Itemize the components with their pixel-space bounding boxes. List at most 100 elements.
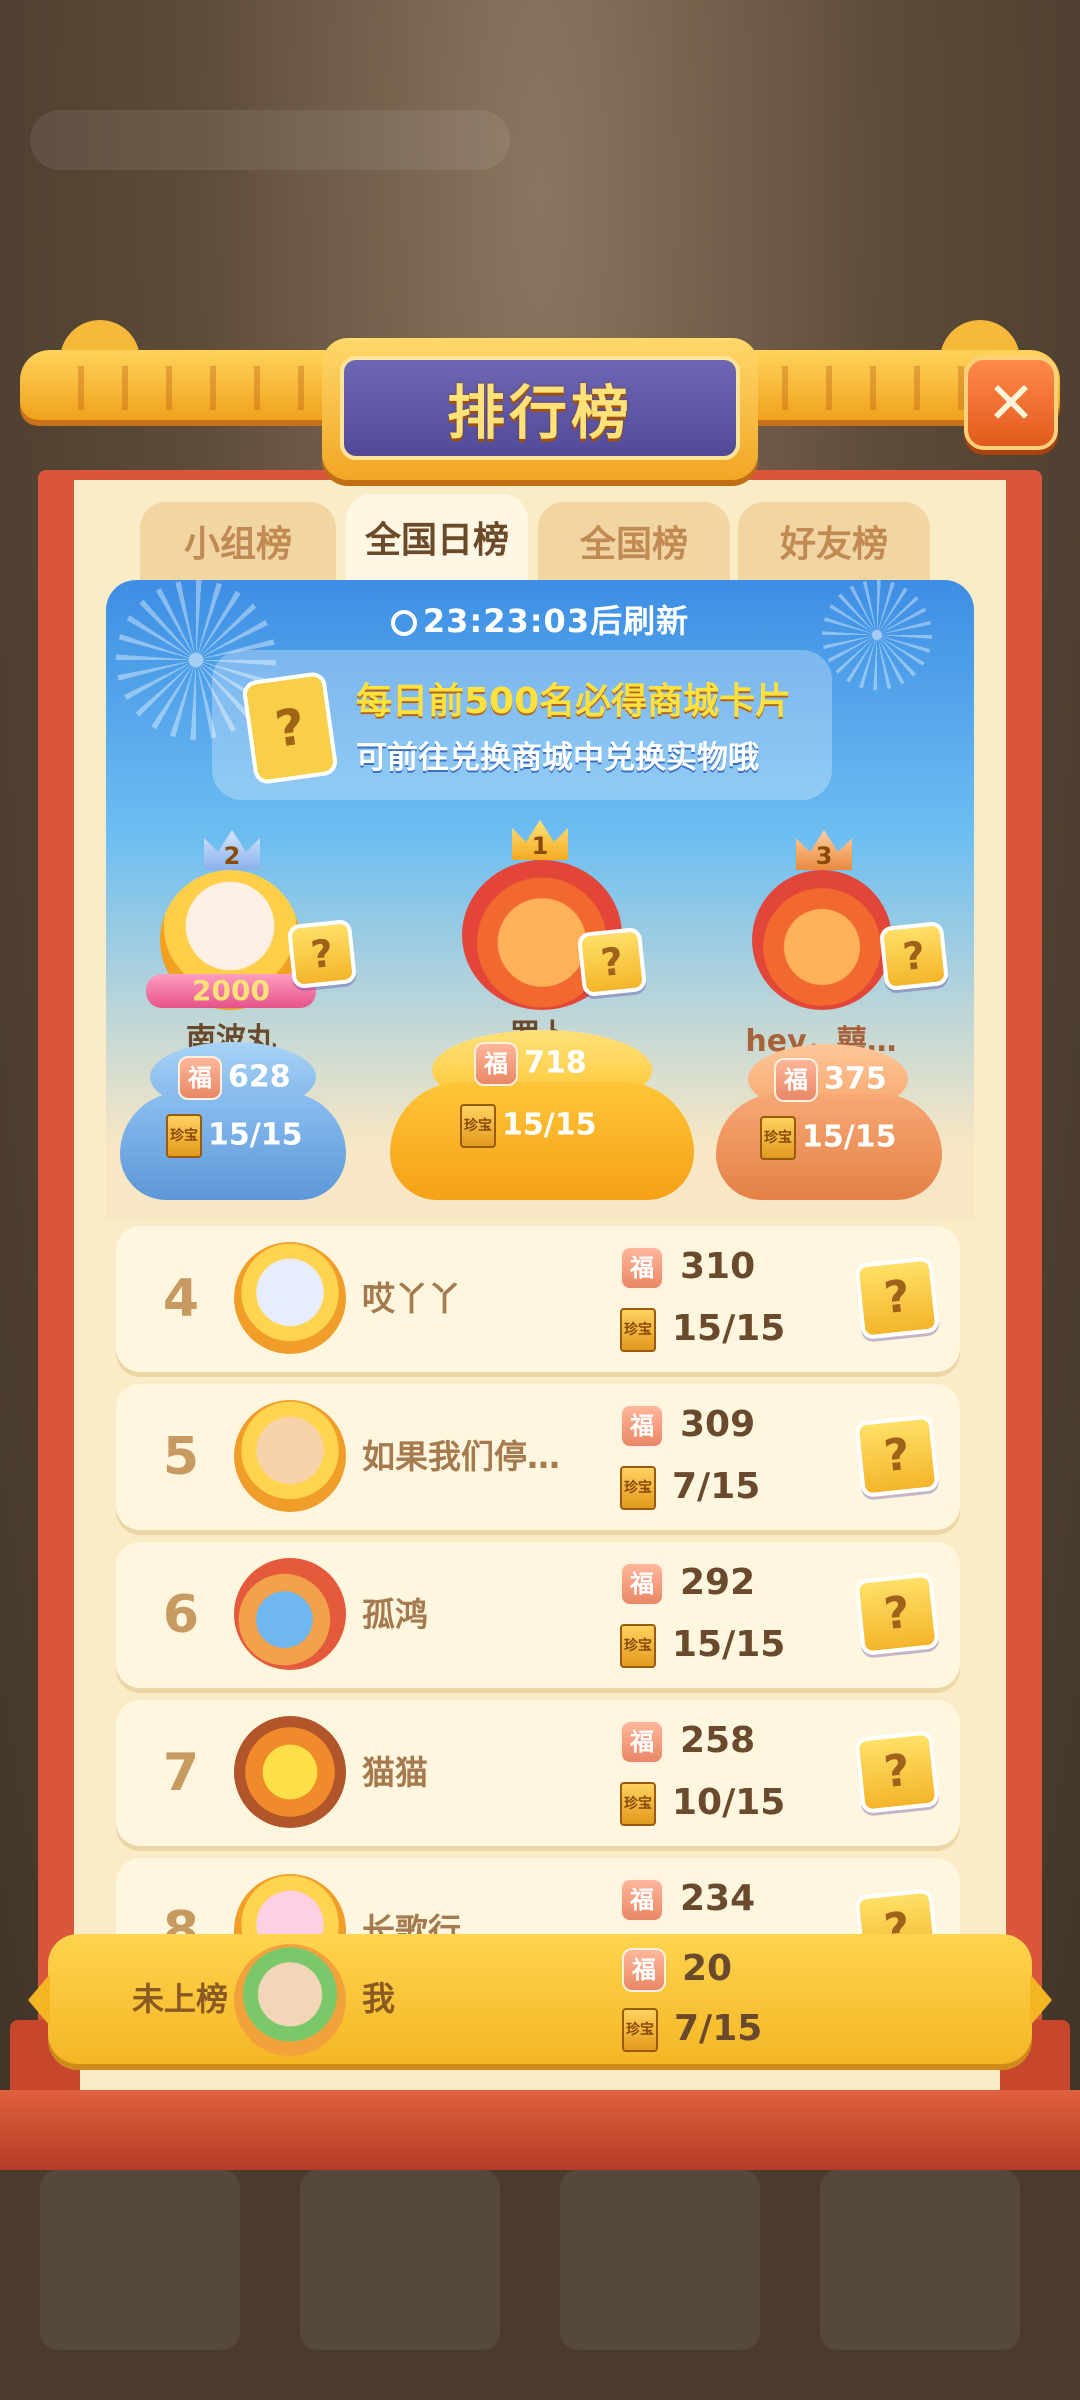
score-value: 718	[524, 1045, 587, 1081]
score-value: 628	[228, 1059, 291, 1095]
score-value: 20	[682, 1948, 733, 1989]
question-glyph: ?	[598, 938, 626, 986]
card-count: 珍宝 7/15	[620, 1466, 760, 1510]
podium-score: 福 718	[474, 1042, 587, 1086]
player-name: 长歌行	[362, 1911, 461, 1935]
fu-icon: 福	[622, 1948, 666, 1992]
score: 福 309	[620, 1404, 755, 1448]
book-icon: 珍宝	[620, 1624, 656, 1668]
mystery-card-icon[interactable]: ?	[854, 1256, 940, 1340]
player-avatar	[752, 870, 892, 1010]
podium-score: 福 375	[774, 1058, 887, 1102]
score-value: 310	[680, 1246, 756, 1287]
score: 福 234	[620, 1878, 755, 1922]
mystery-card-icon: ?	[286, 918, 358, 990]
score: 福 292	[620, 1562, 755, 1606]
podium-rank-3[interactable]: 3 ? hey，囍… 福 375 珍宝 15/15	[696, 830, 974, 1220]
mystery-card-icon[interactable]: ?	[854, 1888, 940, 1935]
list-item[interactable]: 5 如果我们停… 福 309 珍宝 7/15 ?	[116, 1384, 960, 1530]
notice-subline: 可前往兑换商城中兑换实物哦	[356, 740, 759, 776]
notice-headline: 每日前500名必得商城卡片	[356, 681, 792, 722]
ribbon-end-left	[28, 1974, 50, 2026]
tab-label: 全国日榜	[364, 520, 509, 561]
avatar	[234, 1944, 346, 2056]
mystery-card-icon: ?	[241, 670, 339, 786]
my-rank-bar[interactable]: 未上榜 我 福 20 珍宝 7/15	[28, 1934, 1052, 2064]
podium-rank-1[interactable]: 1 ? 罗卜 福718 珍宝15/15	[370, 820, 710, 1220]
tab-label: 好友榜	[779, 524, 888, 565]
player-name: 如果我们停…	[362, 1437, 560, 1476]
level-badge: 2000	[146, 974, 316, 1008]
book-icon: 珍宝	[622, 2008, 658, 2052]
player-name: 猫猫	[362, 1753, 428, 1792]
close-button[interactable]: ✕	[964, 356, 1058, 450]
card-count: 珍宝 10/15	[620, 1782, 785, 1826]
player-name: 孤鸿	[362, 1595, 428, 1634]
list-item[interactable]: 7 猫猫 福 258 珍宝 10/15 ?	[116, 1700, 960, 1846]
ranking-list[interactable]: 4 哎丫丫 福 310 珍宝 15/15 ? 5 如果我们停… 福 309 珍宝 7/1…	[106, 1220, 974, 1935]
clock-icon	[390, 610, 417, 636]
fu-icon: 福	[774, 1058, 818, 1102]
ribbon-end-right	[1030, 1974, 1052, 2026]
cards-value: 15/15	[502, 1107, 597, 1143]
mystery-card-icon: ?	[878, 920, 950, 992]
question-glyph: ?	[881, 1428, 913, 1483]
podium-cards: 珍宝 15/15	[760, 1116, 896, 1160]
book-icon: 珍宝	[460, 1104, 496, 1148]
book-icon: 珍宝	[760, 1116, 796, 1160]
cards-value: 15/15	[672, 1624, 786, 1665]
rank-number: 7	[162, 1743, 200, 1803]
mystery-card-icon[interactable]: ?	[854, 1414, 940, 1498]
mystery-card-icon[interactable]: ?	[854, 1730, 940, 1814]
background-slot	[820, 2170, 1020, 2350]
avatar	[234, 1400, 346, 1512]
title-plaque: 排行榜	[322, 338, 758, 480]
podium-cards: 珍宝 15/15	[166, 1114, 302, 1158]
fu-icon: 福	[474, 1042, 518, 1086]
book-icon: 珍宝	[620, 1466, 656, 1510]
rank-number: 4	[162, 1269, 200, 1329]
tab-label: 全国榜	[579, 524, 688, 565]
book-icon: 珍宝	[620, 1308, 656, 1352]
crown-icon: 2	[204, 830, 260, 870]
crown-icon: 1	[512, 820, 568, 860]
fu-icon: 福	[620, 1404, 664, 1448]
background-slot	[40, 2170, 240, 2350]
title-inner: 排行榜	[340, 356, 740, 460]
tab-group[interactable]: 小组榜	[140, 502, 336, 580]
avatar	[234, 1874, 346, 1935]
frame-base	[0, 2090, 1080, 2170]
tab-friends[interactable]: 好友榜	[738, 502, 930, 580]
cards-value: 7/15	[674, 2008, 763, 2049]
crown-icon: 3	[796, 830, 852, 870]
avatar	[234, 1716, 346, 1828]
list-item[interactable]: 8 长歌行 福 234 ?	[116, 1858, 960, 1935]
my-name: 我	[362, 1979, 395, 2018]
card-count: 珍宝 15/15	[620, 1308, 785, 1352]
tab-national[interactable]: 全国榜	[538, 502, 730, 580]
mystery-card-icon[interactable]: ?	[854, 1572, 940, 1656]
score-value: 258	[680, 1720, 756, 1761]
question-glyph: ?	[308, 930, 336, 978]
question-glyph: ?	[881, 1586, 913, 1641]
mystery-card-icon: ?	[576, 926, 648, 998]
rank-number: 1	[531, 832, 549, 860]
book-icon: 珍宝	[620, 1782, 656, 1826]
question-glyph: ?	[881, 1902, 913, 1935]
podium-score: 福 628	[178, 1056, 291, 1100]
podium-rank-2[interactable]: 2 2000 ? 南波丸 福 628 珍宝 15/15	[106, 830, 396, 1220]
score-value: 375	[824, 1061, 887, 1097]
avatar	[234, 1558, 346, 1670]
score: 福 258	[620, 1720, 755, 1764]
list-item[interactable]: 6 孤鸿 福 292 珍宝 15/15 ?	[116, 1542, 960, 1688]
tab-national-daily[interactable]: 全国日榜	[346, 494, 528, 580]
list-item[interactable]: 4 哎丫丫 福 310 珍宝 15/15 ?	[116, 1226, 960, 1372]
card-count: 珍宝 15/15	[620, 1624, 785, 1668]
reward-notice[interactable]: ? 每日前500名必得商城卡片 可前往兑换商城中兑换实物哦	[212, 650, 832, 800]
cards-value: 15/15	[802, 1119, 897, 1155]
cards-value: 15/15	[208, 1117, 303, 1153]
background-bottom-bar	[0, 2140, 1080, 2400]
cards-value: 15/15	[672, 1308, 786, 1349]
score-value: 234	[680, 1878, 756, 1919]
rank-number: 8	[162, 1901, 200, 1935]
